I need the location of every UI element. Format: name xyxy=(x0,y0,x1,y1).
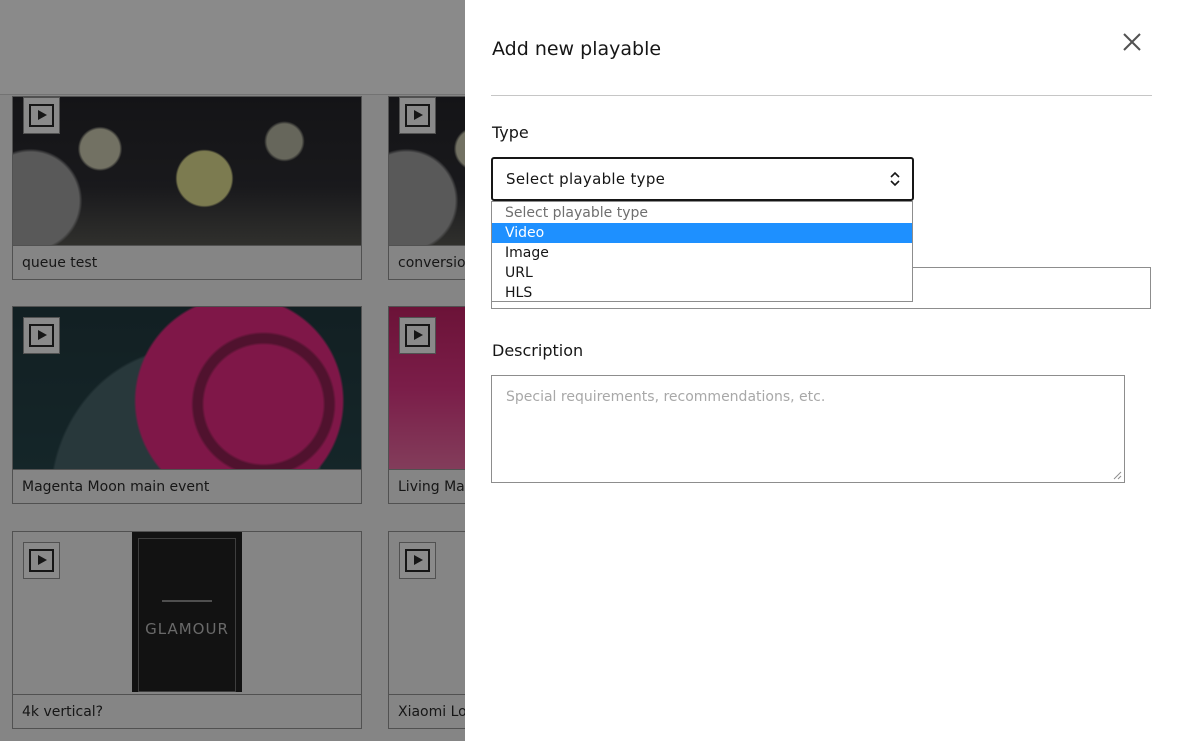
close-icon xyxy=(1123,33,1141,51)
panel-title: Add new playable xyxy=(492,38,662,60)
type-select[interactable]: Select playable type xyxy=(491,157,914,201)
dropdown-option-video[interactable]: Video xyxy=(492,223,912,243)
add-playable-panel: Add new playable Type Select playable ty… xyxy=(465,0,1178,741)
dropdown-option-hls[interactable]: HLS xyxy=(492,283,912,303)
description-placeholder: Special requirements, recommendations, e… xyxy=(506,389,826,405)
chevron-up-down-icon xyxy=(890,171,900,187)
type-select-value: Select playable type xyxy=(506,170,666,188)
type-label: Type xyxy=(492,123,529,142)
resize-handle-icon[interactable] xyxy=(1112,470,1122,480)
modal-overlay[interactable] xyxy=(0,0,465,741)
dropdown-option-image[interactable]: Image xyxy=(492,243,912,263)
description-textarea[interactable]: Special requirements, recommendations, e… xyxy=(491,375,1125,483)
type-dropdown-list[interactable]: Select playable type Video Image URL HLS xyxy=(491,201,913,302)
header-divider xyxy=(491,95,1152,96)
close-button[interactable] xyxy=(1117,27,1147,57)
description-label: Description xyxy=(492,341,584,360)
dropdown-option-placeholder[interactable]: Select playable type xyxy=(492,203,912,223)
dropdown-option-url[interactable]: URL xyxy=(492,263,912,283)
